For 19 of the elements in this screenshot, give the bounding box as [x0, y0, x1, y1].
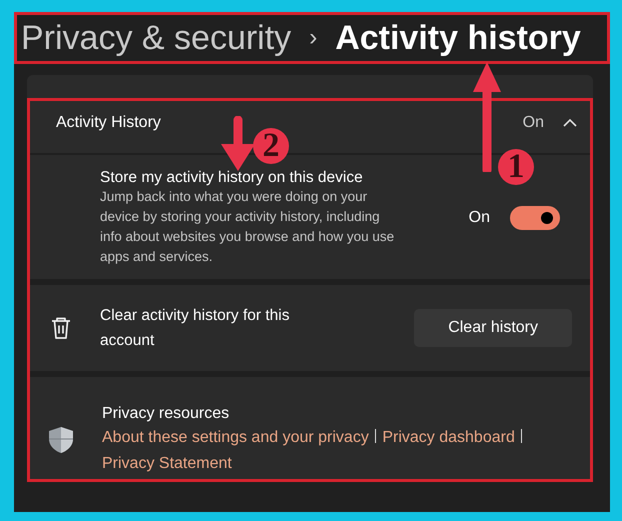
toggle-label: On — [468, 209, 490, 227]
page-title: Activity history — [335, 18, 581, 58]
chevron-icon — [562, 118, 578, 128]
setting-title: Clear activity history for this account — [100, 306, 290, 351]
toggle-switch[interactable] — [510, 206, 560, 230]
clear-history-button[interactable]: Clear history — [414, 309, 572, 347]
setting-title: Store my activity history on this device — [100, 169, 364, 187]
section-heading: Privacy resources — [102, 405, 230, 423]
privacy-link[interactable]: About these settings and your privacy — [102, 427, 369, 449]
privacy-link[interactable]: Privacy dashboard — [382, 427, 515, 449]
setting-description: Jump back into what you were doing on your device by storing your activity history, including info about websites you browse and how you use apps and services. — [100, 188, 396, 266]
breadcrumb-link[interactable]: Privacy & security — [21, 18, 292, 58]
shield-icon — [48, 426, 74, 454]
status-text: On — [522, 114, 544, 132]
privacy-link[interactable]: Privacy Statement — [102, 453, 232, 475]
breadcrumb-separator: › — [309, 24, 318, 52]
trash-icon — [50, 316, 72, 340]
annotation-arrow — [221, 116, 255, 172]
section-title: Activity History — [56, 114, 162, 132]
